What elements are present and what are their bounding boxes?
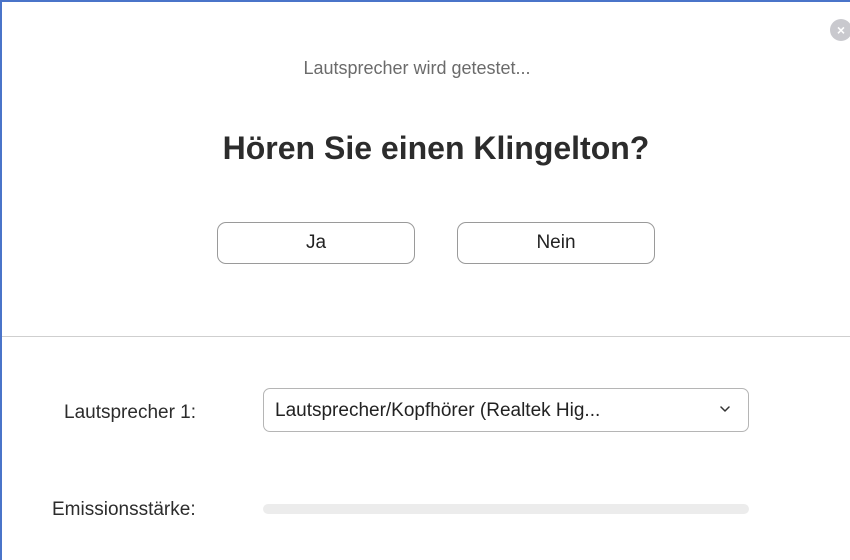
- status-text: Lautsprecher wird getestet...: [303, 58, 531, 78]
- chevron-down-icon: [720, 406, 730, 412]
- section-divider: [2, 336, 850, 337]
- dialog-question: Hören Sie einen Klingelton?: [222, 130, 650, 166]
- close-icon: ×: [836, 22, 846, 38]
- no-button[interactable]: Nein: [457, 222, 655, 264]
- speaker-test-dialog: × Lautsprecher wird getestet... Hören Si…: [0, 0, 850, 560]
- speaker-select[interactable]: Lautsprecher/Kopfhörer (Realtek Hig...: [263, 388, 749, 432]
- close-button[interactable]: ×: [830, 19, 850, 41]
- emission-label: Emissionsstärke:: [52, 499, 196, 520]
- speaker-select-value: Lautsprecher/Kopfhörer (Realtek Hig...: [275, 400, 601, 421]
- yes-button[interactable]: Ja: [217, 222, 415, 264]
- speaker-label: Lautsprecher 1:: [64, 402, 197, 423]
- emission-level-meter: [263, 504, 749, 514]
